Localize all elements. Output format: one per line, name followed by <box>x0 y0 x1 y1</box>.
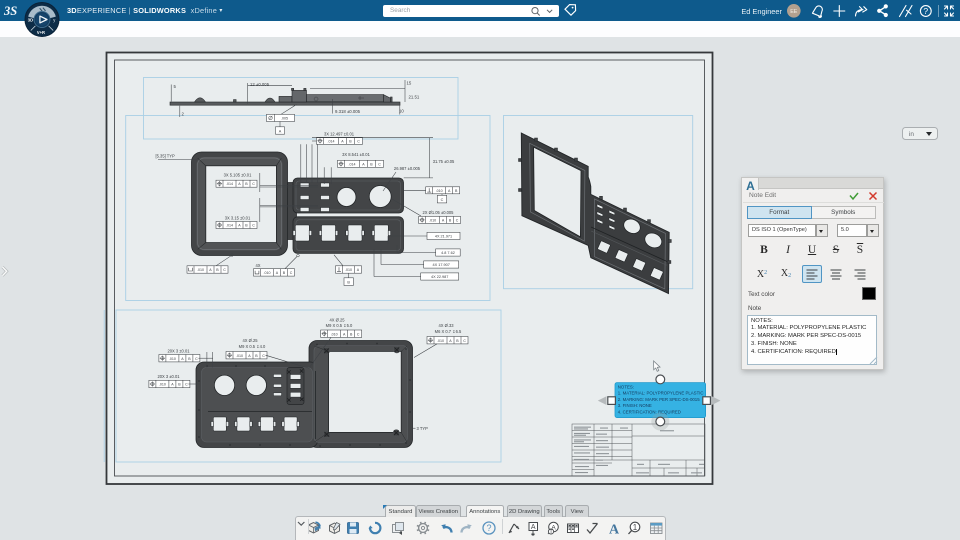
svg-text:?: ? <box>923 6 928 16</box>
svg-text:10: 10 <box>399 109 404 114</box>
svg-text:C: C <box>185 383 188 387</box>
svg-text:2. MARKING: MARK PER SPEC-DS-0: 2. MARKING: MARK PER SPEC-DS-0015 <box>618 397 700 402</box>
svg-text:4X Ø.25: 4X Ø.25 <box>242 338 258 343</box>
svg-text:A: A <box>279 130 282 134</box>
svg-text:.014: .014 <box>328 139 335 143</box>
svg-text:20X 3 ±0.01: 20X 3 ±0.01 <box>167 348 190 353</box>
svg-text:1. MATERIAL: POLYPROPYLENE PLA: 1. MATERIAL: POLYPROPYLENE PLASTIC <box>618 391 704 396</box>
svg-text:A: A <box>746 179 755 191</box>
svg-text:C: C <box>463 339 466 343</box>
svg-text:4X 21.971: 4X 21.971 <box>435 235 452 239</box>
svg-text:.014: .014 <box>226 224 233 228</box>
svg-text:15: 15 <box>407 81 412 86</box>
svg-text:.010: .010 <box>331 332 338 336</box>
svg-text:21.51: 21.51 <box>409 95 420 100</box>
svg-text:4X Ø.33: 4X Ø.33 <box>438 323 454 328</box>
svg-text:V+R: V+R <box>37 30 45 35</box>
svg-text:.010: .010 <box>429 218 436 222</box>
svg-text:B: B <box>347 280 350 284</box>
svg-text:.010: .010 <box>169 357 176 361</box>
svg-text:1: 1 <box>632 522 637 531</box>
svg-text:.010: .010 <box>197 268 204 272</box>
svg-text:C: C <box>357 139 360 143</box>
svg-text:20X 3 ±0.01: 20X 3 ±0.01 <box>157 374 180 379</box>
svg-text:.014: .014 <box>349 162 356 166</box>
svg-text:.005: .005 <box>281 117 288 121</box>
svg-text:2X Ø1.05 ±0.005: 2X Ø1.05 ±0.005 <box>423 210 455 215</box>
svg-text:4. CERTIFICATION: REQUIRED: 4. CERTIFICATION: REQUIRED <box>618 410 681 415</box>
svg-text:M9 X 0.5 ↧5.0: M9 X 0.5 ↧5.0 <box>326 323 353 328</box>
svg-text:.010: .010 <box>345 268 352 272</box>
svg-text:.010: .010 <box>436 189 443 193</box>
svg-text:C: C <box>223 268 226 272</box>
svg-text:C: C <box>456 218 459 222</box>
svg-text:A: A <box>531 524 536 531</box>
svg-text:C: C <box>357 332 360 336</box>
svg-text:3X 5.105 ±0.01: 3X 5.105 ±0.01 <box>224 173 252 178</box>
svg-text:C: C <box>441 198 444 202</box>
svg-text:[5.35] TYP: [5.35] TYP <box>156 154 176 159</box>
svg-text:4X 22.987: 4X 22.987 <box>431 275 448 279</box>
svg-text:3X 8.541 ±0.01: 3X 8.541 ±0.01 <box>342 152 370 157</box>
svg-text:3. FINISH: NONE: 3. FINISH: NONE <box>618 403 652 408</box>
svg-text:NOTES:: NOTES: <box>618 384 634 389</box>
svg-text:C: C <box>262 354 265 358</box>
svg-text:A: A <box>609 522 620 536</box>
svg-text:M6 X 0.7 ↧6.5: M6 X 0.7 ↧6.5 <box>435 329 462 334</box>
svg-text:EE: EE <box>790 9 798 15</box>
svg-text:3D: 3D <box>28 17 33 22</box>
svg-text:4.8 7.62: 4.8 7.62 <box>441 251 455 255</box>
svg-text:3 TYP: 3 TYP <box>417 426 429 431</box>
svg-text:.010: .010 <box>159 383 166 387</box>
svg-text:C: C <box>378 162 381 166</box>
svg-text:12 ±0.005: 12 ±0.005 <box>250 82 270 87</box>
svg-text:9.318 ±0.005: 9.318 ±0.005 <box>335 109 361 114</box>
svg-text:4X 17.907: 4X 17.907 <box>433 263 450 267</box>
svg-text:26.987 ±0.005: 26.987 ±0.005 <box>394 166 421 171</box>
svg-text:C: C <box>290 271 293 275</box>
svg-text:C: C <box>252 224 255 228</box>
svg-text:.014: .014 <box>226 182 233 186</box>
svg-text:3X 12.497 ±0.01: 3X 12.497 ±0.01 <box>324 132 355 137</box>
svg-text:M9 X 0.5 ↧4.0: M9 X 0.5 ↧4.0 <box>239 344 266 349</box>
svg-text:?: ? <box>486 523 491 533</box>
svg-text:C: C <box>252 182 255 186</box>
svg-text:3X 3.15 ±0.01: 3X 3.15 ±0.01 <box>225 216 251 221</box>
svg-text:4X: 4X <box>256 263 261 268</box>
svg-text:Ed Engineer: Ed Engineer <box>741 7 782 16</box>
svg-text:4X Ø.25: 4X Ø.25 <box>329 317 345 322</box>
svg-text:.010: .010 <box>437 339 444 343</box>
svg-text:31.75 ±0.05: 31.75 ±0.05 <box>433 159 455 164</box>
svg-text:3S: 3S <box>3 4 17 18</box>
svg-text:.010: .010 <box>236 354 243 358</box>
svg-text:.010: .010 <box>264 271 271 275</box>
svg-text:C: C <box>195 357 198 361</box>
